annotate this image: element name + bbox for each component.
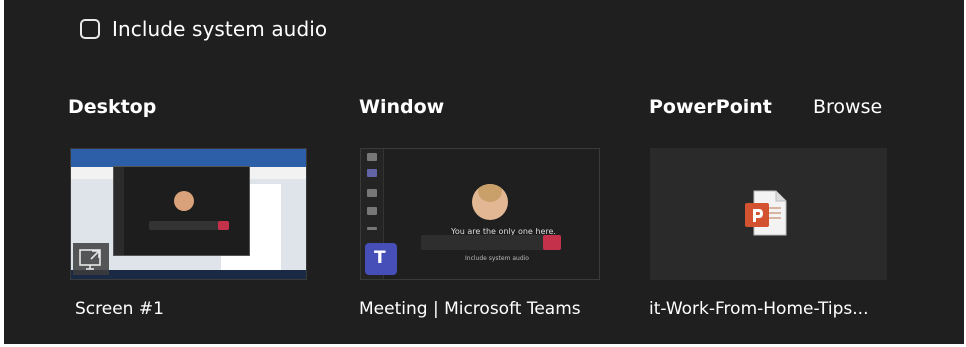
- teams-rail: [114, 167, 124, 255]
- end-call-icon: [543, 235, 561, 250]
- activity-icon: [367, 153, 377, 161]
- screen-1-thumbnail[interactable]: [70, 148, 307, 280]
- preview-audio-checkbox: Include system audio: [465, 255, 529, 262]
- screen-share-icon: [73, 243, 109, 275]
- call-controls: [149, 221, 229, 230]
- powerpoint-file-label: it-Work-From-Home-Tips...: [649, 299, 869, 319]
- word-title-bar: [71, 149, 306, 167]
- avatar: [472, 184, 508, 220]
- powerpoint-file-icon: [745, 190, 787, 236]
- browse-button[interactable]: Browse: [813, 96, 882, 118]
- more-icon: [367, 227, 377, 230]
- screen-1-label: Screen #1: [75, 299, 164, 319]
- avatar: [174, 191, 194, 211]
- include-system-audio-toggle[interactable]: Include system audio: [80, 17, 327, 41]
- teams-logo-icon: T: [365, 243, 397, 275]
- chat-icon: [367, 169, 377, 177]
- powerpoint-file-thumbnail[interactable]: [650, 148, 887, 280]
- desktop-heading: Desktop: [68, 96, 157, 118]
- include-system-audio-checkbox[interactable]: [80, 19, 100, 39]
- call-controls: [421, 235, 561, 250]
- powerpoint-heading: PowerPoint: [649, 96, 772, 118]
- window-heading: Window: [359, 96, 445, 118]
- calendar-icon: [367, 207, 377, 215]
- end-call-icon: [218, 221, 229, 230]
- include-system-audio-label: Include system audio: [112, 17, 328, 41]
- teams-window-thumbnail[interactable]: You are the only one here. Include syste…: [360, 148, 600, 280]
- teams-window-preview: [113, 166, 250, 256]
- share-tray-panel: Include system audio Desktop Window Powe…: [4, 0, 964, 344]
- teams-window-label: Meeting | Microsoft Teams: [359, 299, 581, 319]
- teams-icon: [367, 189, 377, 197]
